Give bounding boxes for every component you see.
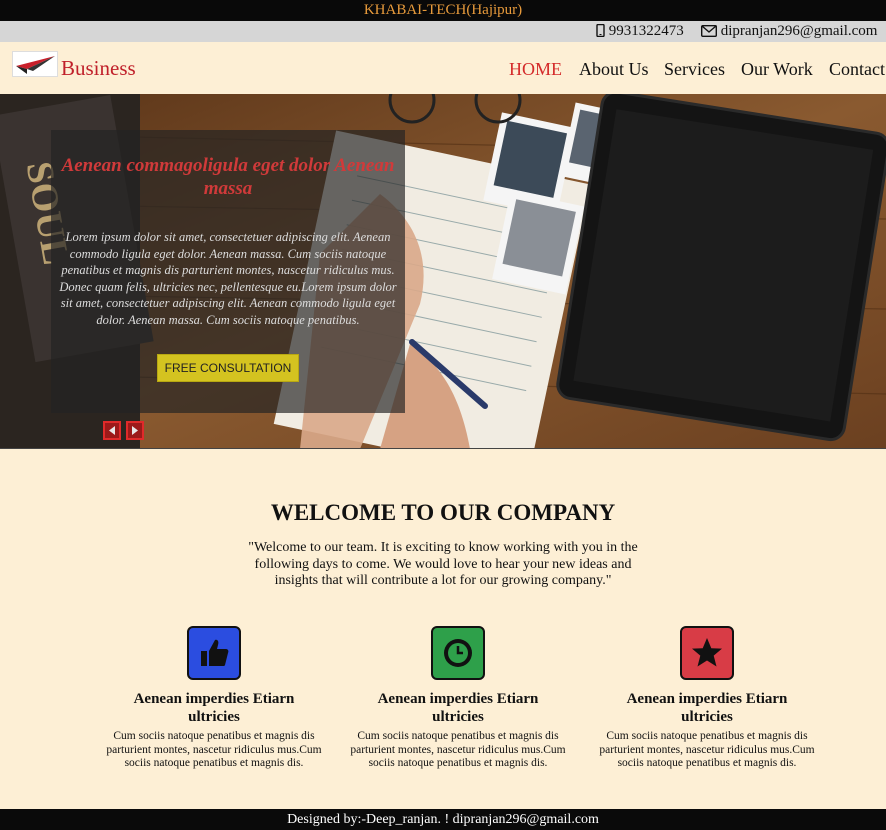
feature-card: Aenean imperdies Etiarn ultricies Cum so… <box>343 626 573 771</box>
nav-contact[interactable]: Contact <box>829 59 885 80</box>
feature-text: Cum sociis natoque penatibus et magnis d… <box>106 730 322 769</box>
feature-title: Aenean imperdies Etiarn ultricies <box>133 691 295 725</box>
contact-bar: 9931322473 dipranjan296@gmail.com <box>0 21 886 42</box>
hero-text: Lorem ipsum dolor sit amet, consectetuer… <box>59 230 397 327</box>
thumbs-up-icon <box>201 639 229 666</box>
footer: Designed by:-Deep_ranjan. ! dipranjan296… <box>0 809 886 830</box>
feature-title: Aenean imperdies Etiarn ultricies <box>377 691 539 725</box>
feature-icon-box[interactable] <box>187 626 241 680</box>
feature-text: Cum sociis natoque penatibus et magnis d… <box>350 730 566 769</box>
arrow-left-icon <box>109 426 115 435</box>
hero-slider: SOUL Aenean commagoligula eget dolor Aen… <box>0 94 886 449</box>
clock-icon <box>444 639 472 667</box>
footer-credit: Designed by:-Deep_ranjan. ! dipranjan296… <box>287 812 599 827</box>
feature-text: Cum sociis natoque penatibus et magnis d… <box>599 730 815 769</box>
nav-about-us[interactable]: About Us <box>579 59 649 80</box>
nav-our-work[interactable]: Our Work <box>741 59 813 80</box>
nav-services[interactable]: Services <box>664 59 725 80</box>
email-address: dipranjan296@gmail.com <box>720 23 878 39</box>
feature-icon-box[interactable] <box>680 626 734 680</box>
slider-prev-button[interactable] <box>103 421 121 440</box>
feature-card: Aenean imperdies Etiarn ultricies Cum so… <box>592 626 822 771</box>
hero-title: Aenean commagoligula eget dolor Aenean m… <box>61 155 395 199</box>
welcome-text: "Welcome to our team. It is exciting to … <box>248 540 638 588</box>
slider-next-button[interactable] <box>126 421 144 440</box>
free-consultation-button[interactable]: FREE CONSULTATION <box>157 354 299 382</box>
feature-card: Aenean imperdies Etiarn ultricies Cum so… <box>99 626 329 771</box>
hero-caption-box: Aenean commagoligula eget dolor Aenean m… <box>51 130 405 413</box>
brand-logo[interactable] <box>12 51 58 77</box>
site-title: KHABAI-TECH(Hajipur) <box>363 2 523 18</box>
navbar: Business HOME About Us Services Our Work… <box>0 42 886 94</box>
phone-contact[interactable]: 9931322473 <box>596 21 684 42</box>
phone-number: 9931322473 <box>608 23 684 39</box>
star-icon <box>692 638 722 667</box>
feature-title: Aenean imperdies Etiarn ultricies <box>626 691 788 725</box>
brand-name[interactable]: Business <box>61 56 136 81</box>
phone-icon <box>596 23 605 38</box>
paper-plane-icon <box>16 56 55 74</box>
envelope-icon <box>700 24 718 38</box>
site-title-bar: KHABAI-TECH(Hajipur) <box>0 0 886 21</box>
nav-home[interactable]: HOME <box>509 59 562 80</box>
arrow-right-icon <box>132 426 138 435</box>
feature-icon-box[interactable] <box>431 626 485 680</box>
email-contact[interactable]: dipranjan296@gmail.com <box>700 21 878 42</box>
welcome-heading: WELCOME TO OUR COMPANY <box>270 500 616 525</box>
